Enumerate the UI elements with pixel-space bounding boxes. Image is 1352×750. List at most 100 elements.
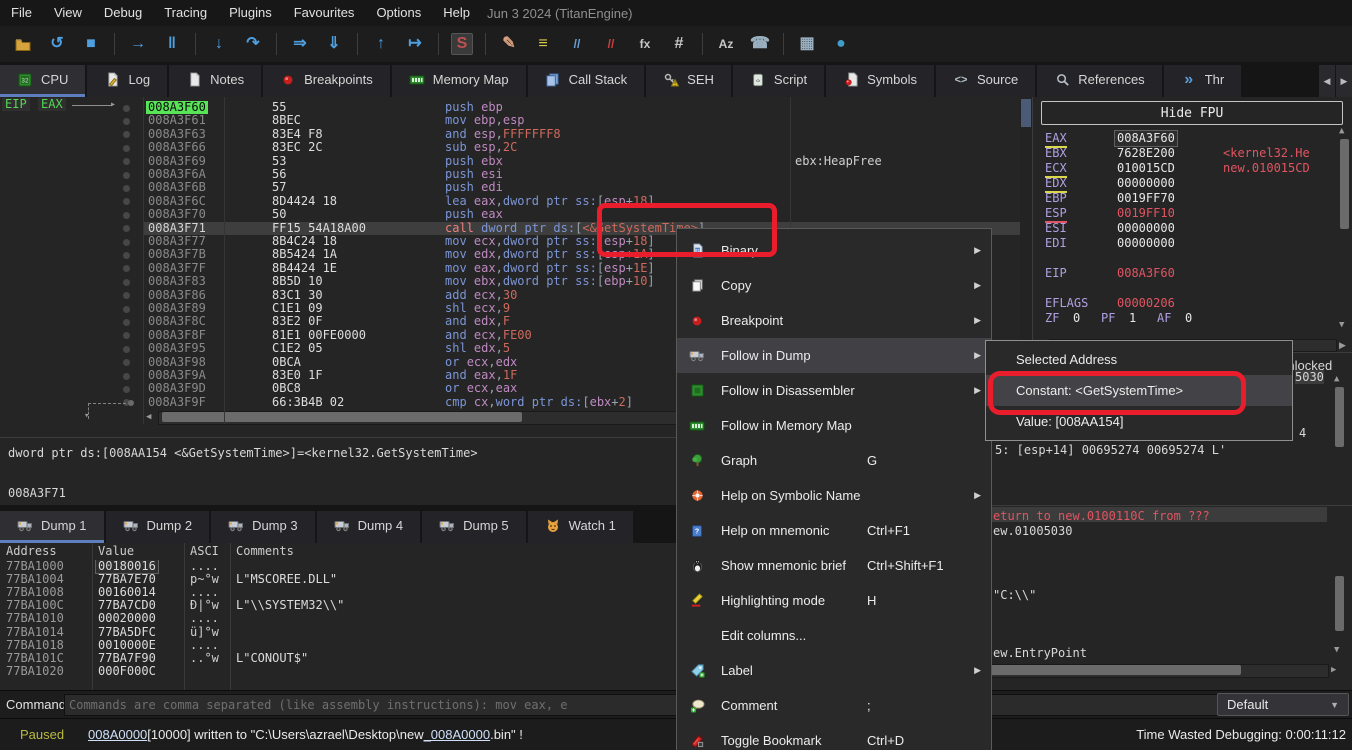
dump-header-comments[interactable]: Comments <box>236 544 294 558</box>
register-value[interactable]: 00000206 <box>1117 296 1175 311</box>
registers-scroll-thumb[interactable] <box>1340 139 1349 229</box>
patch-button[interactable]: ✎ <box>495 30 523 58</box>
command-input[interactable] <box>64 694 1220 716</box>
scroll-right-icon[interactable]: ▶ <box>1339 339 1346 352</box>
menu-item-graph[interactable]: GraphG <box>677 443 991 478</box>
disasm-row[interactable]: 008A3F7050push eax <box>0 208 1020 221</box>
register-row-ebx[interactable]: EBX7628E200<kernel32.He <box>1033 146 1352 161</box>
register-row-edi[interactable]: EDI00000000 <box>1033 236 1352 251</box>
open-file-button[interactable] <box>9 30 37 58</box>
register-value[interactable]: 0019FF10 <box>1117 206 1175 221</box>
status-link[interactable]: _008A0000 <box>424 727 491 742</box>
menu-file[interactable]: File <box>0 0 43 26</box>
flag-value[interactable]: 0 <box>1073 311 1080 326</box>
menu-item-follow-in-memory-map[interactable]: Follow in Memory Map <box>677 408 991 443</box>
disasm-row[interactable]: 008A3F6B57push edi <box>0 181 1020 194</box>
breakpoint-dot-icon[interactable] <box>123 319 130 326</box>
menu-item-help-on-symbolic-name[interactable]: Help on Symbolic Name▶ <box>677 478 991 513</box>
tab-memory-map[interactable]: Memory Map <box>392 65 526 97</box>
register-value[interactable]: 7628E200 <box>1117 146 1175 161</box>
flag-value[interactable]: 1 <box>1129 311 1136 326</box>
tab-dump-1[interactable]: Dump 1 <box>0 511 104 543</box>
disasm-row[interactable]: 008A3F6055push ebp <box>0 101 1020 114</box>
breakpoint-dot-icon[interactable] <box>123 346 130 353</box>
menu-favourites[interactable]: Favourites <box>283 0 366 26</box>
stack-pane[interactable]: eturn to new.0100110C from ???ew.0100503… <box>940 505 1352 691</box>
argument-row[interactable]: 5030 <box>1295 370 1324 384</box>
menu-item-show-mnemonic-brief[interactable]: Show mnemonic briefCtrl+Shift+F1 <box>677 548 991 583</box>
function-list-button[interactable]: fx <box>631 30 659 58</box>
status-link[interactable]: 008A0000 <box>88 727 147 742</box>
profile-dropdown[interactable]: Default ▼ <box>1217 693 1349 716</box>
run-to-user-code-button[interactable]: ⇒ <box>286 30 314 58</box>
register-row-ebp[interactable]: EBP0019FF70 <box>1033 191 1352 206</box>
register-value[interactable]: 010015CD <box>1117 161 1175 176</box>
register-row-edx[interactable]: EDX00000000 <box>1033 176 1352 191</box>
stack-scroll-right-icon[interactable]: ▶ <box>1331 664 1336 677</box>
tab-dump-5[interactable]: Dump 5 <box>422 511 526 543</box>
stack-vscroll-thumb[interactable] <box>1335 576 1344 631</box>
breakpoint-dot-icon[interactable] <box>123 158 130 165</box>
preferences-font-button[interactable]: Az <box>712 30 740 58</box>
menu-item-highlighting-mode[interactable]: Highlighting modeH <box>677 583 991 618</box>
breakpoint-dot-icon[interactable] <box>123 265 130 272</box>
register-value[interactable]: 0019FF70 <box>1117 191 1175 206</box>
breakpoint-dot-icon[interactable] <box>123 105 130 112</box>
tab-log[interactable]: Log <box>87 65 167 97</box>
breakpoint-dot-icon[interactable] <box>123 386 130 393</box>
tab-references[interactable]: References <box>1037 65 1161 97</box>
run-button[interactable]: → <box>124 30 152 58</box>
menu-item-follow-in-disassembler[interactable]: Follow in Disassembler▶ <box>677 373 991 408</box>
tab-dump-3[interactable]: Dump 3 <box>211 511 315 543</box>
dump-header-address[interactable]: Address <box>6 544 57 558</box>
stack-scroll-down-icon[interactable]: ▼ <box>1334 644 1339 657</box>
hide-fpu-button[interactable]: Hide FPU <box>1041 101 1343 125</box>
disasm-row[interactable]: 008A3F6C8D4424 18lea eax,dword ptr ss:[e… <box>0 195 1020 208</box>
run-to-expression-button[interactable]: ↦ <box>401 30 429 58</box>
register-value[interactable]: 008A3F60 <box>1117 266 1175 281</box>
tab-thr[interactable]: »Thr <box>1164 65 1242 97</box>
menu-item-toggle-bookmark[interactable]: Toggle BookmarkCtrl+D <box>677 723 991 750</box>
menu-tracing[interactable]: Tracing <box>153 0 218 26</box>
tab-scroll-right-button[interactable]: ▶ <box>1336 65 1352 97</box>
tab-dump-4[interactable]: Dump 4 <box>317 511 421 543</box>
breakpoint-dot-icon[interactable] <box>123 118 130 125</box>
label-list-button[interactable]: // <box>563 30 591 58</box>
breakpoint-dot-icon[interactable] <box>123 212 130 219</box>
register-row-esp[interactable]: ESP0019FF10 <box>1033 206 1352 221</box>
submenu-item-constant-getsystemtime[interactable]: Constant: <GetSystemTime> <box>986 375 1292 406</box>
internet-button[interactable]: ● <box>827 30 855 58</box>
snowman-button[interactable]: # <box>665 30 693 58</box>
scroll-thumb[interactable] <box>162 412 522 422</box>
menu-plugins[interactable]: Plugins <box>218 0 283 26</box>
register-value[interactable]: 008A3F60 <box>1115 131 1177 146</box>
stack-row[interactable]: eturn to new.0100110C from ??? <box>993 509 1210 523</box>
registers-scroll-up-icon[interactable]: ▲ <box>1339 125 1344 138</box>
tab-symbols[interactable]: Symbols <box>826 65 934 97</box>
menu-item-breakpoint[interactable]: Breakpoint▶ <box>677 303 991 338</box>
step-over-button[interactable]: ↷ <box>239 30 267 58</box>
menu-item-binary[interactable]: 01Binary▶ <box>677 233 991 268</box>
restart-button[interactable]: ↺ <box>43 30 71 58</box>
dump-header-value[interactable]: Value <box>98 544 134 558</box>
breakpoint-dot-icon[interactable] <box>123 225 130 232</box>
menu-item-help-on-mnemonic[interactable]: ?Help on mnemonicCtrl+F1 <box>677 513 991 548</box>
stack-row[interactable]: ew.EntryPoint <box>993 646 1087 660</box>
flags-row[interactable]: ZF0PF1AF0 <box>1033 311 1352 326</box>
args-scroll-up-icon[interactable]: ▲ <box>1334 373 1339 386</box>
disasm-row[interactable]: 008A3F6683EC 2Csub esp,2C <box>0 141 1020 154</box>
breakpoint-dot-icon[interactable] <box>123 131 130 138</box>
pause-button[interactable]: ‖ <box>158 30 186 58</box>
breakpoint-dot-icon[interactable] <box>123 279 130 286</box>
tab-scroll-left-button[interactable]: ◀ <box>1319 65 1335 97</box>
register-value[interactable]: 00000000 <box>1117 236 1175 251</box>
stack-row[interactable]: ew.01005030 <box>993 524 1072 538</box>
breakpoint-dot-icon[interactable] <box>123 185 130 192</box>
disasm-row[interactable]: 008A3F6383E4 F8and esp,FFFFFFF8 <box>0 128 1020 141</box>
breakpoint-dot-icon[interactable] <box>123 145 130 152</box>
tab-breakpoints[interactable]: Breakpoints <box>263 65 390 97</box>
calculator-button[interactable]: ▦ <box>793 30 821 58</box>
register-row-eax[interactable]: EAX008A3F60 <box>1033 131 1352 146</box>
breakpoint-dot-icon[interactable] <box>123 292 130 299</box>
menu-debug[interactable]: Debug <box>93 0 153 26</box>
